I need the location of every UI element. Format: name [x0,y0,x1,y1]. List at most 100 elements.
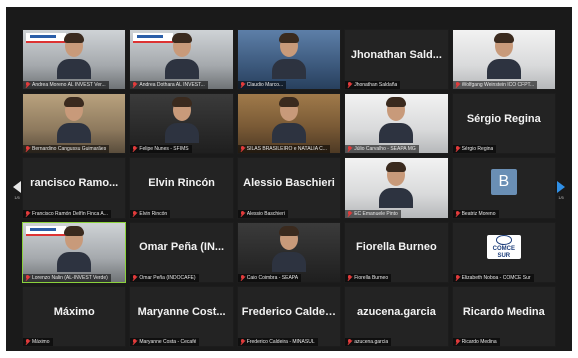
participant-tile[interactable]: B Beatriz Moreno [451,157,556,219]
participant-tile[interactable]: Bernardino Cangussu Guimarães [22,93,127,155]
participant-tile[interactable]: rancisco Ramo... Francisco Ramón Delfín F… [22,157,127,219]
muted-microphone-icon [455,274,460,281]
muted-microphone-icon [455,82,460,88]
participant-name-label: Lorenzo Nalin (AL-INVEST Verde) [32,274,108,281]
participant-name-tag: Sérgio Regina [452,145,497,154]
participant-silhouette [271,225,306,272]
participant-name-tag: Claudio Marco... [237,81,287,90]
participant-name-tag: Fiorella Burneo [345,273,392,282]
participant-tile[interactable]: Sérgio Regina Sérgio Regina [451,93,556,155]
avatar: B [490,169,517,196]
participant-name-tag: Elvin Rincón [130,209,171,218]
participant-name-label: Ricardo Medina [461,339,497,345]
participant-display-name: Máximo [53,305,95,318]
participant-name-tag: Jhonathan Saldaña [345,81,401,90]
participant-name-label: SILAS BRASILEIRO e NATALIA C... [246,146,327,153]
muted-microphone-icon [25,210,30,217]
participant-tile[interactable]: Felipe Nunes - SFIMS [129,93,234,155]
participant-display-name: Omar Peña (IN... [139,241,225,254]
participant-name-label: Sérgio Regina [461,146,494,153]
participant-name-tag: Bernardino Cangussu Guimarães [23,145,110,154]
participant-display-name: Sérgio Regina [466,113,541,126]
participant-tile[interactable]: Caio Coimbra - SEAPA [236,221,342,283]
participant-name-tag: SILAS BRASILEIRO e NATALIA C... [237,145,330,154]
participant-name-tag: Maryanne Costa - Cecafé [130,338,200,346]
participant-name-label: Andrea Moreno AL INVEST Ver... [32,82,106,89]
participant-tile[interactable]: Fiorella Burneo Fiorella Burneo [344,221,449,283]
muted-microphone-icon [347,339,352,345]
participant-display-name: Elvin Rincón [148,177,215,190]
muted-microphone-icon [347,146,352,152]
participant-name-label: Alessio Baschieri [246,210,285,217]
participant-tile[interactable]: Andrea Dothara AL INVEST... [129,29,234,91]
participant-name-label: Elizabeth Noboa - COMCE Sur [461,274,531,281]
logo-ring-icon [495,235,512,246]
participant-name-tag: EC Emanuele Pinto [345,209,401,218]
participant-silhouette [486,33,521,80]
participant-name-label: Jhonathan Saldaña [354,82,398,89]
muted-microphone-icon [132,339,137,345]
muted-microphone-icon [455,146,460,152]
muted-microphone-icon [347,82,352,88]
participant-tile[interactable]: COMCE SUR Elizabeth Noboa - COMCE Sur [451,221,556,283]
participant-name-label: Bernardino Cangussu Guimarães [32,146,107,153]
participant-name-tag: Beatriz Moreno [452,209,499,218]
participant-tile[interactable]: Jhonathan Sald... Jhonathan Saldaña [344,29,449,91]
participant-silhouette [57,97,92,144]
muted-microphone-icon [25,146,30,152]
participant-name-label: Andrea Dothara AL INVEST... [139,82,205,89]
muted-microphone-icon [240,210,245,217]
muted-microphone-icon [455,210,460,217]
participant-name-label: Francisco Ramón Delfín Finca A... [32,210,108,217]
participant-tile[interactable]: SILAS BRASILEIRO e NATALIA C... [236,93,342,155]
participant-name-tag: Wolfgang Weinstein ICO CFPT... [452,81,538,90]
participant-tile[interactable]: Andrea Moreno AL INVEST Ver... [22,29,127,91]
participant-name-tag: Elizabeth Noboa - COMCE Sur [452,273,534,282]
muted-microphone-icon [132,210,137,217]
participant-tile[interactable]: Elvin Rincón Elvin Rincón [129,157,234,219]
participant-tile[interactable]: azucena.garcia azucena.garcia [344,285,449,347]
next-page-button[interactable]: 1/5 [555,179,567,201]
muted-microphone-icon [240,274,245,281]
participant-name-label: Caio Coimbra - SEAPA [246,274,299,281]
participant-display-name: rancisco Ramo... [30,177,119,190]
participant-display-name: azucena.garcia [356,305,436,318]
muted-microphone-icon [25,339,30,345]
muted-microphone-icon [25,274,30,281]
participant-tile[interactable]: Ricardo Medina Ricardo Medina [451,285,556,347]
muted-microphone-icon [240,146,245,152]
participant-tile[interactable]: Júlio Carvalho - SEAPA MG [344,93,449,155]
participant-tile[interactable]: Omar Peña (IN... Omar Peña (INDOCAFE) [129,221,234,283]
participant-name-label: Máximo [32,339,50,345]
chevron-left-icon [13,180,21,193]
participant-display-name: Maryanne Cost... [137,305,226,318]
page-indicator-right: 1/5 [558,194,564,200]
logo-text: COMCE [492,246,515,253]
participant-tile[interactable]: Máximo Máximo [22,285,127,347]
participant-grid: Andrea Moreno AL INVEST Ver... Andrea Dot… [22,29,556,347]
participant-name-tag: Júlio Carvalho - SEAPA MG [345,145,419,154]
participant-name-tag: azucena.garcia [345,338,392,346]
participant-name-tag: Alessio Baschieri [237,209,288,218]
participant-name-label: Frederico Caldeira - MINASUL [246,339,315,345]
participant-name-tag: Andrea Dothara AL INVEST... [130,81,208,90]
participant-name-label: Beatriz Moreno [461,210,496,217]
organization-logo: COMCE SUR [486,235,521,260]
participant-tile[interactable]: Maryanne Cost... Maryanne Costa - Cecafé [129,285,234,347]
logo-subtext: SUR [497,252,511,259]
participant-name-tag: Frederico Caldeira - MINASUL [237,338,318,346]
participant-tile[interactable]: Claudio Marco... [236,29,342,91]
participant-display-name: Frederico Caldei... [241,305,338,318]
participant-name-label: azucena.garcia [354,339,389,345]
participant-name-tag: Felipe Nunes - SFIMS [130,145,192,154]
participant-tile[interactable]: EC Emanuele Pinto [344,157,449,219]
page-indicator-left: 1/5 [14,194,20,200]
participant-tile[interactable]: Lorenzo Nalin (AL-INVEST Verde) [22,221,127,283]
participant-name-label: Fiorella Burneo [354,274,389,281]
participant-tile[interactable]: Alessio Baschieri Alessio Baschieri [236,157,342,219]
participant-tile[interactable]: Frederico Caldei... Frederico Caldeira - … [236,285,342,347]
muted-microphone-icon [347,274,352,281]
participant-tile[interactable]: Wolfgang Weinstein ICO CFPT... [451,29,556,91]
participant-name-tag: Andrea Moreno AL INVEST Ver... [23,81,109,90]
participant-silhouette [164,97,199,144]
